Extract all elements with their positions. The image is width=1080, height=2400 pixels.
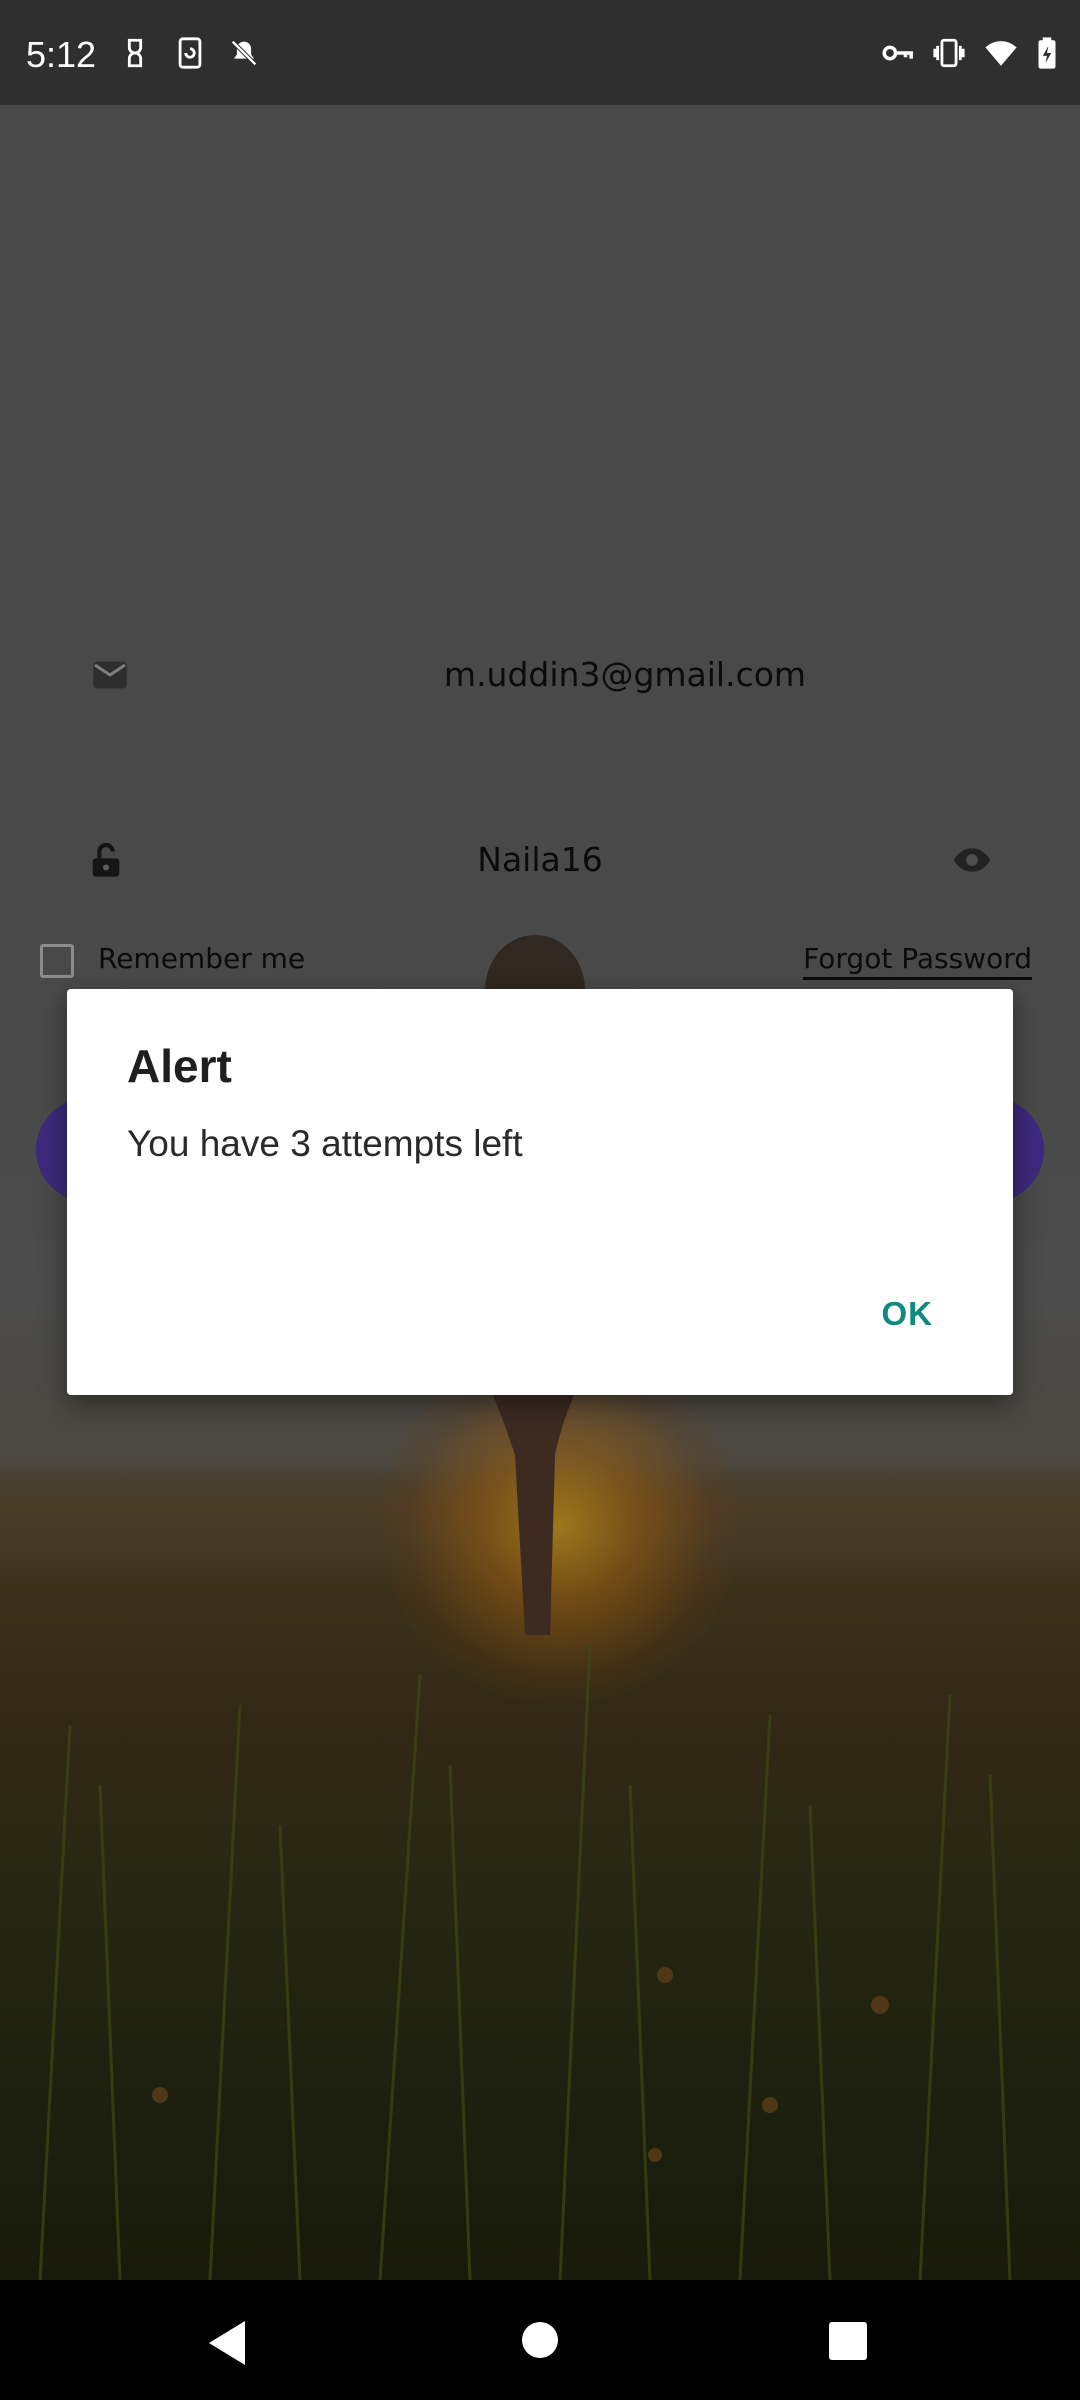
alert-dialog: Alert You have 3 attempts left OK	[67, 989, 1013, 1395]
status-time: 5:12	[26, 34, 97, 75]
link-icon	[127, 38, 143, 68]
status-bar: 5:12	[0, 0, 1080, 105]
dialog-message: You have 3 attempts left	[127, 1123, 523, 1164]
vpn-key-icon	[882, 45, 913, 61]
phone-rotate-icon	[178, 37, 202, 69]
wifi-icon	[985, 41, 1017, 66]
notifications-off-icon	[231, 40, 257, 66]
ok-button[interactable]: OK	[872, 1289, 944, 1339]
dialog-title: Alert	[127, 1040, 232, 1092]
battery-charging-icon	[1038, 37, 1056, 69]
home-icon[interactable]	[522, 2322, 558, 2358]
vibrate-icon	[933, 38, 965, 68]
recents-icon[interactable]	[829, 2322, 867, 2360]
back-icon[interactable]	[205, 2318, 249, 2368]
